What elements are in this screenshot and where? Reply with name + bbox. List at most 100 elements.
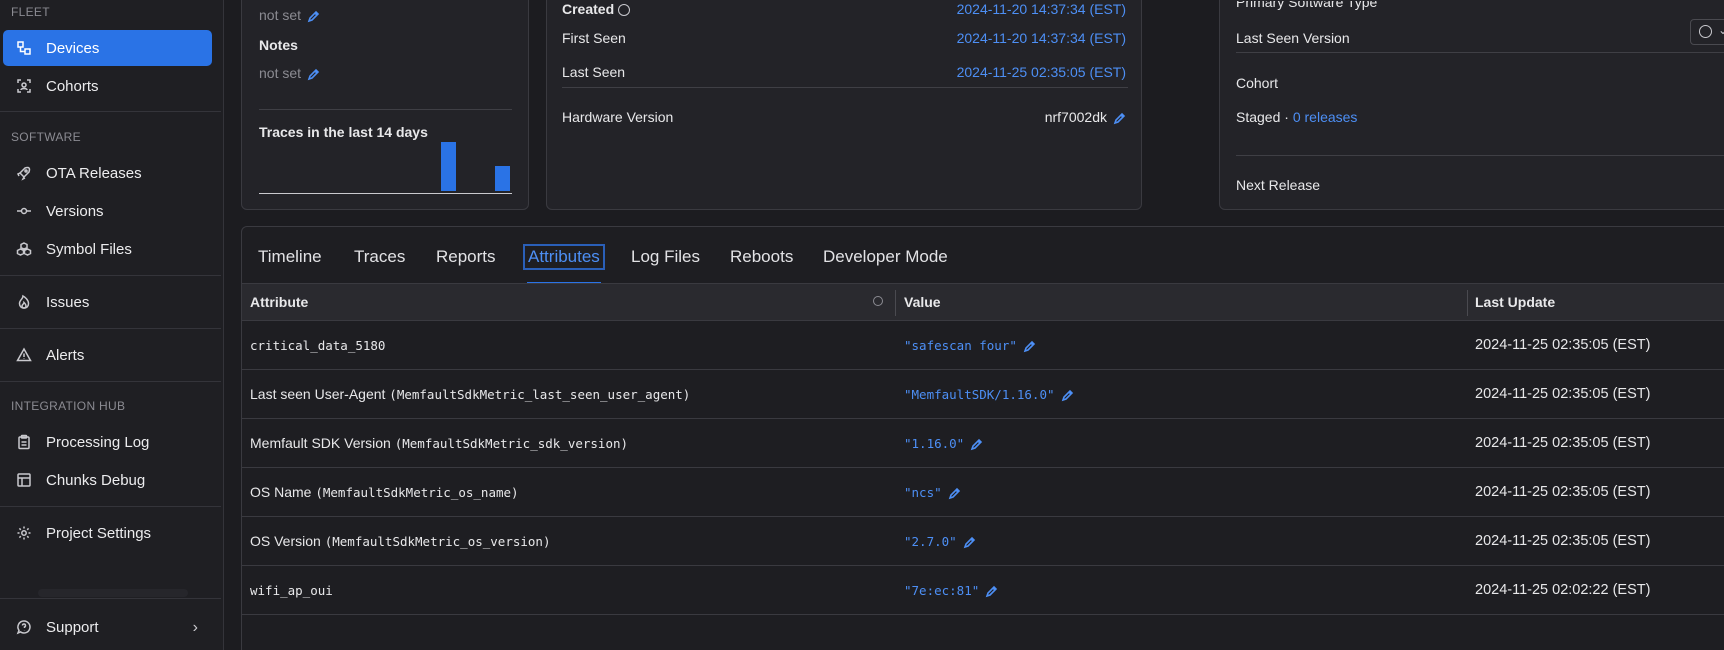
attribute-key: (MemfaultSdkMetric_os_name) [315, 485, 519, 500]
tab-reports[interactable]: Reports [436, 247, 496, 267]
attribute-name: OS Version [250, 533, 321, 549]
attribute-cell: OS Name (MemfaultSdkMetric_os_name) [250, 484, 519, 500]
sidebar-item-support[interactable]: Support › [3, 609, 212, 645]
attribute-name: Memfault SDK Version [250, 435, 391, 451]
table-row: wifi_ap_oui "7e:ec:81" 2024-11-25 02:02:… [242, 566, 1724, 615]
pencil-icon[interactable] [1113, 112, 1126, 125]
tab-traces[interactable]: Traces [354, 247, 405, 267]
divider [0, 111, 221, 112]
first-seen-value[interactable]: 2024-11-20 14:37:34 (EST) [957, 30, 1126, 46]
gear-icon [16, 525, 32, 541]
sidebar-item-versions[interactable]: Versions [3, 193, 212, 229]
info-icon[interactable] [618, 4, 631, 17]
sidebar-item-devices[interactable]: Devices [3, 30, 212, 66]
divider [0, 381, 221, 382]
tab-reboots[interactable]: Reboots [730, 247, 793, 267]
attribute-value[interactable]: "ncs" [904, 485, 942, 500]
trace-bar[interactable] [495, 166, 510, 191]
sidebar-item-issues[interactable]: Issues [3, 284, 212, 320]
table-row: OS Version (MemfaultSdkMetric_os_version… [242, 517, 1724, 566]
divider [0, 275, 221, 276]
chevron-right-icon: › [192, 619, 198, 636]
notes-value: not set [259, 65, 320, 81]
cubes-icon [16, 241, 32, 257]
commit-icon [16, 203, 32, 219]
notes-label: Notes [259, 37, 298, 53]
version-history-button[interactable]: ⌄ [1690, 19, 1724, 45]
staged-releases-link[interactable]: 0 releases [1293, 109, 1358, 125]
value-cell: "1.16.0" [904, 435, 983, 451]
section-label-software: SOFTWARE [11, 130, 81, 144]
column-header-value[interactable]: Value [904, 294, 941, 310]
attribute-value[interactable]: "7e:ec:81" [904, 583, 979, 598]
last-seen-value[interactable]: 2024-11-25 02:35:05 (EST) [957, 64, 1126, 80]
sidebar-item-label: Versions [46, 202, 104, 220]
attribute-cell: OS Version (MemfaultSdkMetric_os_version… [250, 533, 551, 549]
tab-log-files[interactable]: Log Files [631, 247, 700, 267]
column-header-last-update[interactable]: Last Update [1475, 294, 1555, 310]
attribute-value[interactable]: "2.7.0" [904, 534, 957, 549]
value-cell: "MemfaultSDK/1.16.0" [904, 386, 1074, 402]
section-label-fleet: FLEET [11, 5, 50, 19]
last-update-cell: 2024-11-25 02:35:05 (EST) [1475, 337, 1651, 353]
device-info-card: not set Notes not set Traces in the last… [241, 0, 529, 210]
attribute-key: wifi_ap_oui [250, 583, 333, 598]
clock-icon [1699, 25, 1712, 38]
not-set-text: not set [259, 65, 302, 81]
attribute-value[interactable]: "1.16.0" [904, 436, 964, 451]
sidebar-item-label: Symbol Files [46, 240, 132, 258]
last-update-cell: 2024-11-25 02:35:05 (EST) [1475, 386, 1651, 402]
pencil-icon[interactable] [985, 585, 998, 598]
pencil-icon[interactable] [963, 536, 976, 549]
created-value[interactable]: 2024-11-20 14:37:34 (EST) [957, 1, 1126, 17]
attribute-value[interactable]: "MemfaultSDK/1.16.0" [904, 387, 1055, 402]
sidebar-item-label: Project Settings [46, 524, 152, 542]
traces-chart-title: Traces in the last 14 days [259, 124, 428, 140]
staged-label: Staged · [1236, 109, 1289, 125]
pencil-icon[interactable] [307, 10, 320, 23]
attribute-key: critical_data_5180 [250, 338, 386, 353]
tab-timeline[interactable]: Timeline [258, 247, 322, 267]
sidebar-item-processing-log[interactable]: Processing Log [3, 424, 212, 460]
value-cell: "7e:ec:81" [904, 582, 998, 598]
table-row: Last seen User-Agent (MemfaultSdkMetric_… [242, 370, 1724, 419]
first-seen-label: First Seen [562, 30, 626, 46]
pencil-icon[interactable] [307, 68, 320, 81]
pencil-icon[interactable] [1023, 340, 1036, 353]
table-row: Memfault SDK Version (MemfaultSdkMetric_… [242, 419, 1724, 468]
chart-baseline [259, 193, 512, 194]
pencil-icon[interactable] [948, 487, 961, 500]
field-value: not set [259, 7, 320, 23]
sidebar-item-label: Issues [46, 293, 90, 311]
pencil-icon[interactable] [970, 438, 983, 451]
sidebar-item-alerts[interactable]: Alerts [3, 337, 212, 373]
sidebar-item-ota-releases[interactable]: OTA Releases [3, 155, 212, 191]
table-header: Attribute Value Last Update [242, 283, 1724, 321]
column-header-attribute[interactable]: Attribute [250, 294, 308, 310]
sidebar-item-project-settings[interactable]: Project Settings [3, 515, 212, 551]
attribute-cell: Last seen User-Agent (MemfaultSdkMetric_… [250, 386, 690, 402]
value-cell: "2.7.0" [904, 533, 976, 549]
sidebar-item-symbol-files[interactable]: Symbol Files [3, 231, 212, 267]
sidebar-item-label: Alerts [46, 346, 85, 364]
divider [0, 328, 221, 329]
divider [562, 87, 1128, 88]
attribute-key: (MemfaultSdkMetric_sdk_version) [394, 436, 629, 451]
column-separator [895, 290, 896, 316]
chevron-down-icon: ⌄ [1718, 23, 1724, 37]
divider [0, 506, 221, 507]
divider [1236, 155, 1724, 156]
search-icon[interactable] [873, 296, 883, 306]
sidebar: FLEET Devices Cohorts SOFTWARE OTA Relea… [0, 0, 224, 650]
pencil-icon[interactable] [1061, 389, 1074, 402]
sidebar-item-label: Support [46, 618, 99, 636]
attribute-value[interactable]: "safescan four" [904, 338, 1017, 353]
attribute-cell: critical_data_5180 [250, 337, 385, 353]
sidebar-item-chunks-debug[interactable]: Chunks Debug [3, 462, 212, 498]
tab-developer-mode[interactable]: Developer Mode [823, 247, 948, 267]
last-update-cell: 2024-11-25 02:35:05 (EST) [1475, 484, 1651, 500]
sidebar-item-cohorts[interactable]: Cohorts [3, 68, 212, 104]
trace-bar[interactable] [441, 142, 456, 191]
tab-attributes[interactable]: Attributes [523, 244, 605, 270]
app-root: FLEET Devices Cohorts SOFTWARE OTA Relea… [0, 0, 1724, 650]
